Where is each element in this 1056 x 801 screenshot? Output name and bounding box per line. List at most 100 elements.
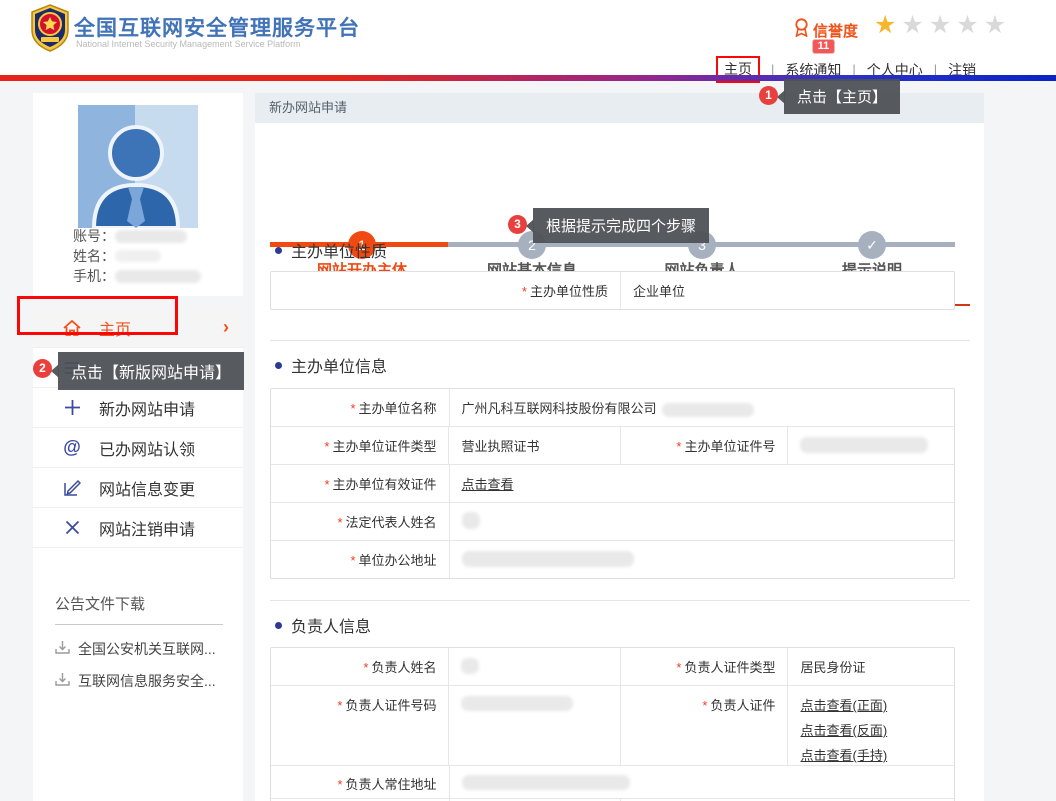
downloads-section: 公告文件下载 全国公安机关互联网... 互联网信息服务安全...	[55, 593, 223, 703]
view-cert-link[interactable]: 点击查看	[462, 477, 514, 492]
star-icon[interactable]: ★	[929, 11, 956, 39]
field-label: *负责人证件号码	[271, 686, 448, 765]
field-value	[449, 503, 954, 540]
field-value	[448, 648, 620, 685]
platform-title: 全国互联网安全管理服务平台	[74, 12, 360, 42]
redacted-value	[462, 551, 634, 567]
table-row: *负责人常住地址	[271, 765, 954, 798]
downloads-title: 公告文件下载	[55, 593, 223, 614]
star-rating[interactable]: ★★★★★	[874, 10, 1011, 40]
download-icon	[55, 640, 70, 658]
star-icon[interactable]: ★	[956, 11, 983, 39]
medal-icon	[794, 18, 809, 42]
redacted-value	[800, 437, 928, 453]
sidebar-menu: 主页 › 新办网站申请 @ 已办网站认领	[33, 308, 243, 548]
section-divider	[270, 340, 970, 341]
sidebar-item-new-site-application[interactable]: 新办网站申请	[33, 388, 243, 428]
sidebar-item-label: 网站信息变更	[99, 476, 195, 500]
field-value: 广州凡科互联网科技股份有限公司	[449, 389, 954, 426]
bullet-icon	[275, 622, 282, 629]
name-label: 姓名：	[73, 246, 115, 266]
annotation-tooltip-2: 点击【新版网站申请】	[58, 352, 244, 390]
table-row: *主办单位证件类型 营业执照证书 *主办单位证件号	[271, 426, 954, 464]
bullet-icon	[275, 247, 282, 254]
section-title-manager-info: 负责人信息	[275, 613, 371, 637]
phone-label: 手机：	[73, 266, 115, 286]
sidebar-item-label: 网站注销申请	[99, 516, 195, 540]
view-id-back-link[interactable]: 点击查看(反面)	[800, 720, 942, 739]
field-label: *主办单位证件类型	[271, 427, 448, 464]
close-icon	[61, 520, 83, 535]
annotation-tooltip-1: 点击【主页】	[784, 79, 900, 114]
download-link[interactable]: 全国公安机关互联网...	[55, 639, 223, 659]
field-label: *法定代表人姓名	[271, 503, 449, 540]
download-link[interactable]: 互联网信息服务安全...	[55, 671, 223, 691]
field-value	[449, 766, 954, 798]
annotation-step-circle-3: 3	[508, 215, 527, 234]
field-label: *单位办公地址	[271, 541, 449, 578]
star-icon[interactable]: ★	[984, 11, 1011, 39]
profile-name-row: 姓名：	[73, 246, 161, 266]
table-row: *负责人证件号码 *负责人证件 点击查看(正面) 点击查看(反面) 点击查看(手…	[271, 685, 954, 765]
redacted-value	[462, 775, 630, 790]
at-icon: @	[61, 437, 83, 458]
annotation-step-circle-2: 2	[33, 359, 52, 378]
org-info-table: *主办单位名称 广州凡科互联网科技股份有限公司 *主办单位证件类型 营业执照证书…	[270, 388, 955, 579]
field-value	[787, 427, 954, 464]
sidebar-item-label: 已办网站认领	[99, 436, 195, 460]
section-title-org-nature: 主办单位性质	[275, 238, 387, 262]
download-icon	[55, 672, 70, 690]
field-label: *负责人姓名	[271, 648, 448, 685]
org-nature-table: *主办单位性质 企业单位	[270, 271, 955, 310]
bullet-icon	[275, 362, 282, 369]
edit-icon	[61, 479, 83, 496]
field-label: *负责人证件类型	[620, 648, 788, 685]
header: 全国互联网安全管理服务平台 National Internet Security…	[0, 0, 1056, 75]
field-label: *负责人常住地址	[271, 766, 449, 798]
table-row: *法定代表人姓名	[271, 502, 954, 540]
profile-account-row: 账号：	[73, 226, 187, 246]
section-divider	[270, 600, 970, 601]
credit-label: 信誉度	[813, 20, 858, 41]
redacted-phone-value	[115, 270, 201, 283]
platform-subtitle: National Internet Security Management Se…	[76, 39, 301, 49]
field-value: 营业执照证书	[448, 427, 620, 464]
account-label: 账号：	[73, 226, 115, 246]
police-badge-logo	[29, 4, 71, 57]
annotation-highlight-new-site	[17, 296, 178, 335]
sidebar-item-label: 新办网站申请	[99, 396, 195, 420]
manager-info-table: *负责人姓名 *负责人证件类型 居民身份证 *负责人证件号码 *负责人证	[270, 647, 955, 801]
redacted-account-value	[115, 230, 187, 243]
redacted-value	[662, 403, 754, 417]
download-link-label[interactable]: 全国公安机关互联网...	[78, 639, 216, 659]
field-value: 点击查看(正面) 点击查看(反面) 点击查看(手持)	[787, 686, 954, 765]
field-value: 居民身份证	[787, 648, 954, 685]
redacted-value	[461, 658, 479, 674]
main-panel: 新办网站申请 1 2 3 ✓ 网站开办主体 网站基本信息 网站负责人 提示说明 …	[255, 93, 984, 801]
field-value	[449, 541, 954, 578]
field-label: *负责人证件	[620, 686, 788, 765]
step-circle-4-check-icon[interactable]: ✓	[858, 231, 886, 259]
download-link-label[interactable]: 互联网信息服务安全...	[78, 671, 216, 691]
avatar	[78, 105, 198, 233]
sidebar: 账号： 姓名： 手机： 主页 ›	[33, 93, 243, 801]
table-row: *主办单位名称 广州凡科互联网科技股份有限公司	[271, 389, 954, 426]
field-value	[448, 686, 620, 765]
field-label: *主办单位性质	[271, 272, 620, 309]
field-label: *主办单位名称	[271, 389, 449, 426]
redacted-value	[462, 512, 480, 529]
view-id-front-link[interactable]: 点击查看(正面)	[800, 695, 942, 714]
star-icon[interactable]: ★	[874, 11, 901, 39]
sidebar-item-claim-site[interactable]: @ 已办网站认领	[33, 428, 243, 468]
plus-icon	[61, 399, 83, 416]
sidebar-item-cancel-site[interactable]: 网站注销申请	[33, 508, 243, 548]
annotation-tooltip-3: 根据提示完成四个步骤	[533, 208, 709, 243]
profile-phone-row: 手机：	[73, 266, 201, 286]
star-icon[interactable]: ★	[901, 11, 928, 39]
sidebar-item-change-info[interactable]: 网站信息变更	[33, 468, 243, 508]
annotation-step-circle-1: 1	[759, 86, 778, 105]
field-label: *主办单位有效证件	[271, 465, 449, 502]
section-title-org-info: 主办单位信息	[275, 353, 387, 377]
table-row: *主办单位性质 企业单位	[271, 272, 954, 309]
view-id-hold-link[interactable]: 点击查看(手持)	[800, 745, 942, 764]
